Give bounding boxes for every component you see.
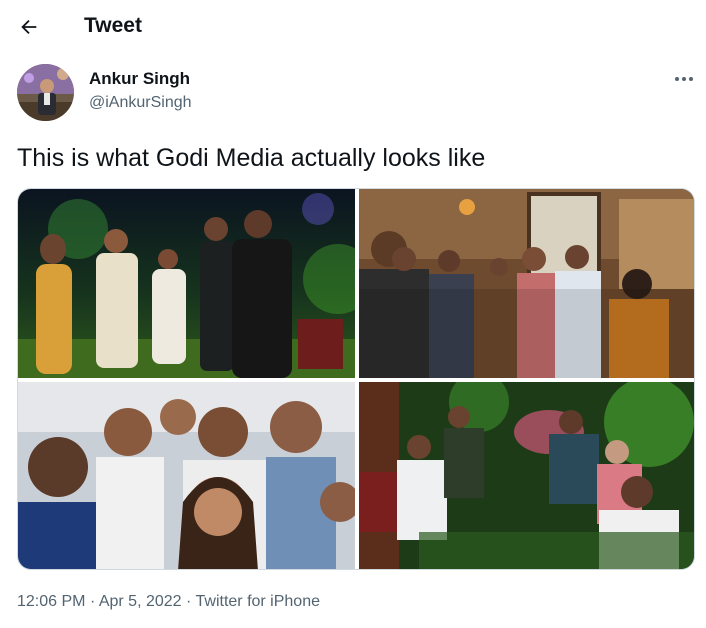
page-title: Tweet xyxy=(84,14,142,37)
photo-1[interactable] xyxy=(18,189,355,378)
tweet-text: This is what Godi Media actually looks l… xyxy=(17,144,486,172)
tweet-date[interactable]: Apr 5, 2022 xyxy=(99,593,182,610)
more-options-button[interactable] xyxy=(669,66,699,92)
tweet-metadata: 12:06 PM · Apr 5, 2022 · Twitter for iPh… xyxy=(17,592,320,612)
tweet-source[interactable]: Twitter for iPhone xyxy=(196,593,321,610)
tweet-time[interactable]: 12:06 PM xyxy=(17,593,85,610)
avatar[interactable] xyxy=(17,64,74,121)
top-bar: Tweet xyxy=(0,0,706,53)
back-button[interactable] xyxy=(14,12,44,42)
meta-separator: · xyxy=(89,593,96,610)
photo-2[interactable] xyxy=(359,189,694,378)
author-handle[interactable]: @iAnkurSingh xyxy=(89,93,192,113)
arrow-left-icon xyxy=(21,19,37,35)
more-horizontal-icon xyxy=(675,77,693,81)
author-name[interactable]: Ankur Singh xyxy=(89,68,190,90)
media-grid xyxy=(17,188,695,570)
meta-separator: · xyxy=(186,593,192,610)
photo-3[interactable] xyxy=(18,382,355,569)
photo-4[interactable] xyxy=(359,382,694,569)
